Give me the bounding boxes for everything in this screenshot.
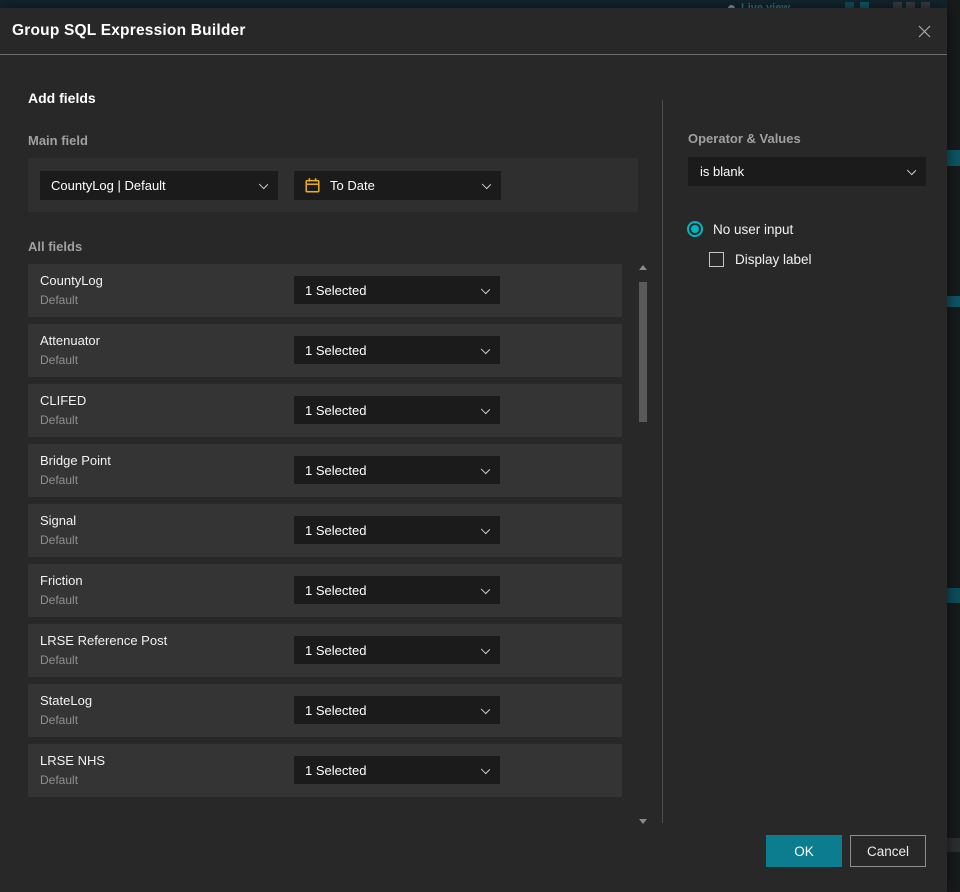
background-fragment — [947, 150, 960, 166]
chevron-down-icon — [480, 644, 491, 655]
chevron-down-icon — [480, 524, 491, 535]
scrollbar-thumb[interactable] — [639, 282, 647, 422]
dialog-header: Group SQL Expression Builder — [0, 8, 947, 55]
field-selection-dropdown[interactable]: 1 Selected — [294, 756, 500, 784]
chevron-down-icon — [480, 344, 491, 355]
field-row-clifed: CLIFED Default 1 Selected — [28, 384, 622, 437]
field-name: LRSE NHS — [40, 753, 106, 768]
field-selection-value: 1 Selected — [305, 342, 367, 358]
operator-select-value: is blank — [700, 164, 745, 179]
background-app-topbar: Live view — [0, 0, 960, 8]
field-selection-dropdown[interactable]: 1 Selected — [294, 276, 500, 304]
no-user-input-label: No user input — [713, 221, 794, 237]
field-subtitle: Default — [40, 713, 79, 727]
field-row-signal: Signal Default 1 Selected — [28, 504, 622, 557]
field-subtitle: Default — [40, 533, 79, 547]
main-field-type-select[interactable]: To Date — [294, 171, 501, 200]
display-label-checkbox[interactable]: Display label — [709, 252, 812, 267]
all-fields-list: CountyLog Default 1 Selected Attenuator … — [28, 264, 622, 804]
field-name: Attenuator — [40, 333, 100, 348]
field-selection-value: 1 Selected — [305, 642, 367, 658]
field-name: StateLog — [40, 693, 93, 708]
all-fields-label: All fields — [28, 239, 83, 254]
main-field-panel: CountyLog | Default To Date — [28, 158, 638, 212]
field-subtitle: Default — [40, 653, 79, 667]
field-selection-value: 1 Selected — [305, 282, 367, 298]
field-selection-value: 1 Selected — [305, 522, 367, 538]
background-fragment — [947, 838, 960, 852]
main-field-select[interactable]: CountyLog | Default — [40, 171, 278, 200]
field-selection-value: 1 Selected — [305, 462, 367, 478]
ok-button[interactable]: OK — [766, 835, 842, 867]
background-fragment — [947, 588, 960, 603]
background-app-right-edge — [947, 0, 960, 892]
field-row-countylog: CountyLog Default 1 Selected — [28, 264, 622, 317]
field-name: Friction — [40, 573, 83, 588]
field-subtitle: Default — [40, 473, 79, 487]
field-selection-value: 1 Selected — [305, 762, 367, 778]
main-field-label: Main field — [28, 133, 88, 148]
dialog-title: Group SQL Expression Builder — [12, 22, 246, 39]
field-name: CLIFED — [40, 393, 87, 408]
field-selection-dropdown[interactable]: 1 Selected — [294, 696, 500, 724]
field-row-lrse-nhs: LRSE NHS Default 1 Selected — [28, 744, 622, 797]
field-name: CountyLog — [40, 273, 103, 288]
chevron-down-icon — [906, 165, 917, 176]
field-selection-value: 1 Selected — [305, 582, 367, 598]
field-row-lrse-reference-post: LRSE Reference Post Default 1 Selected — [28, 624, 622, 677]
radio-selected-icon — [687, 221, 703, 237]
field-row-bridge-point: Bridge Point Default 1 Selected — [28, 444, 622, 497]
chevron-down-icon — [480, 584, 491, 595]
add-fields-heading: Add fields — [28, 90, 96, 106]
main-field-type-value: To Date — [330, 178, 375, 193]
display-label-text: Display label — [735, 252, 812, 267]
calendar-icon — [305, 178, 320, 193]
operator-values-label: Operator & Values — [688, 131, 801, 146]
field-selection-value: 1 Selected — [305, 402, 367, 418]
field-subtitle: Default — [40, 353, 79, 367]
field-name: Bridge Point — [40, 453, 111, 468]
chevron-down-icon — [481, 179, 492, 190]
chevron-down-icon — [480, 284, 491, 295]
field-row-attenuator: Attenuator Default 1 Selected — [28, 324, 622, 377]
scroll-down-icon[interactable] — [638, 816, 648, 826]
chevron-down-icon — [258, 179, 269, 190]
no-user-input-radio[interactable]: No user input — [687, 221, 793, 237]
list-scrollbar[interactable] — [638, 262, 648, 826]
field-selection-dropdown[interactable]: 1 Selected — [294, 636, 500, 664]
field-selection-dropdown[interactable]: 1 Selected — [294, 576, 500, 604]
field-selection-dropdown[interactable]: 1 Selected — [294, 396, 500, 424]
main-field-select-value: CountyLog | Default — [51, 178, 166, 193]
chevron-down-icon — [480, 764, 491, 775]
field-name: Signal — [40, 513, 77, 528]
checkbox-unchecked-icon — [709, 252, 724, 267]
field-row-statelog: StateLog Default 1 Selected — [28, 684, 622, 737]
chevron-down-icon — [480, 704, 491, 715]
field-selection-dropdown[interactable]: 1 Selected — [294, 516, 500, 544]
background-fragment — [947, 296, 960, 307]
field-selection-dropdown[interactable]: 1 Selected — [294, 456, 500, 484]
field-row-friction: Friction Default 1 Selected — [28, 564, 622, 617]
field-subtitle: Default — [40, 773, 79, 787]
field-selection-dropdown[interactable]: 1 Selected — [294, 336, 500, 364]
chevron-down-icon — [480, 464, 491, 475]
field-selection-value: 1 Selected — [305, 702, 367, 718]
cancel-button[interactable]: Cancel — [850, 835, 926, 867]
operator-select[interactable]: is blank — [688, 157, 926, 186]
field-name: LRSE Reference Post — [40, 633, 168, 648]
close-icon[interactable] — [911, 18, 937, 44]
chevron-down-icon — [480, 404, 491, 415]
field-subtitle: Default — [40, 593, 79, 607]
field-subtitle: Default — [40, 413, 79, 427]
group-sql-expression-builder-dialog: Group SQL Expression Builder Add fields … — [0, 8, 947, 892]
scroll-up-icon[interactable] — [638, 262, 648, 272]
panel-divider — [662, 100, 663, 823]
field-subtitle: Default — [40, 293, 79, 307]
